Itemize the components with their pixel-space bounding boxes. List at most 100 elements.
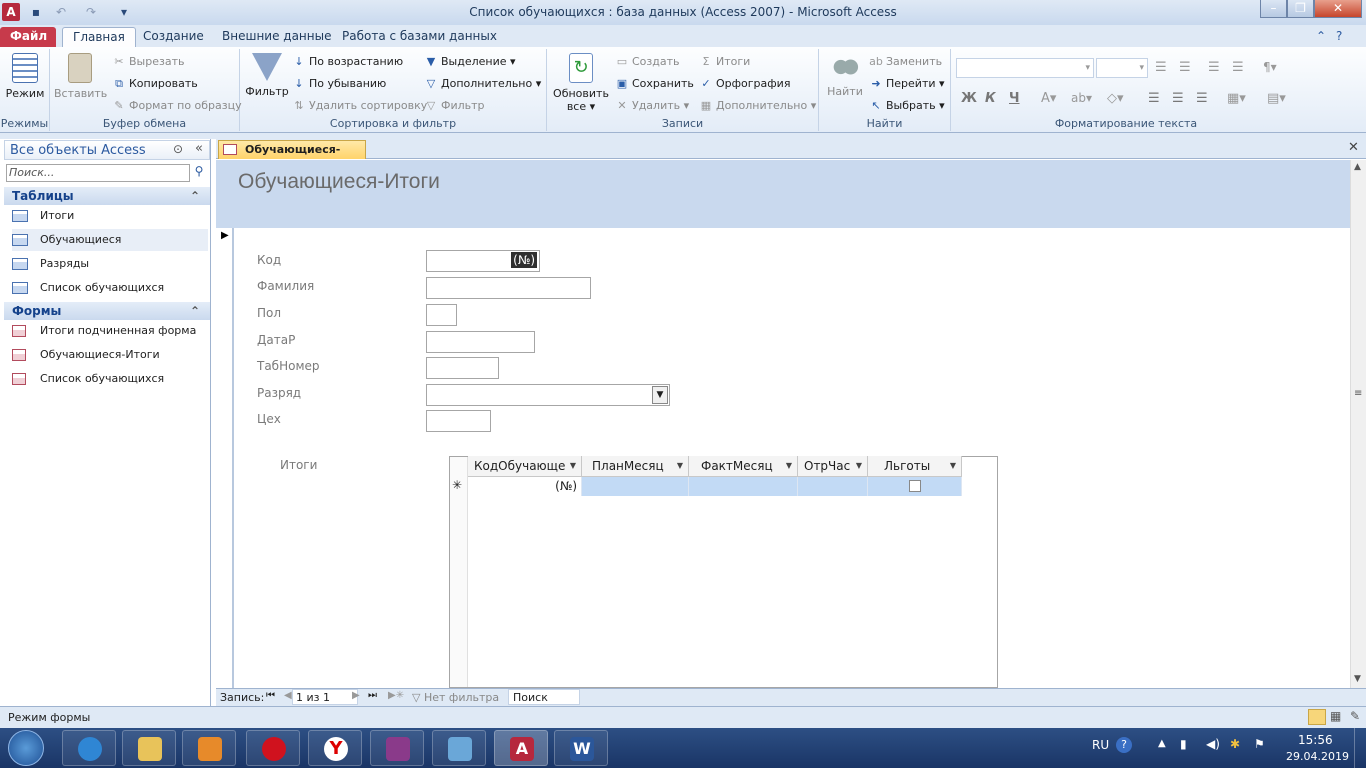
clock-time[interactable]: 15:56 — [1298, 733, 1333, 747]
action-center-icon[interactable]: ⚑ — [1254, 737, 1265, 751]
bold-button[interactable]: Ж — [961, 91, 977, 106]
field-familiya[interactable] — [426, 277, 591, 299]
highlight-icon[interactable]: ab▾ — [1071, 91, 1092, 105]
search-icon[interactable]: ⚲ — [190, 164, 208, 182]
replace-button[interactable]: ab Заменить — [869, 52, 942, 72]
document-tab[interactable]: Обучающиеся-Итоги — [218, 140, 366, 174]
align-right-icon[interactable]: ☰ — [1196, 91, 1208, 106]
sort-descending-button[interactable]: ↓ По убыванию — [292, 74, 386, 94]
record-search-input[interactable]: Поиск — [508, 689, 580, 705]
nav-table-razryady[interactable]: Разряды — [12, 253, 208, 275]
taskbar-opera[interactable] — [246, 730, 300, 766]
sort-arrow-icon[interactable]: ▼ — [677, 456, 683, 476]
field-datar[interactable] — [426, 331, 535, 353]
field-tseh[interactable] — [426, 410, 491, 432]
nav-table-obuchayushchiesya[interactable]: Обучающиеся — [12, 229, 208, 251]
taskbar-media[interactable] — [182, 730, 236, 766]
scroll-thumb-icon[interactable]: ≡ — [1354, 388, 1362, 399]
column-header-lgoty[interactable]: Льготы ▼ — [868, 456, 962, 477]
record-position-input[interactable]: 1 из 1 — [292, 689, 358, 705]
cell-plan-new[interactable] — [582, 477, 689, 496]
find-button[interactable]: Найти — [823, 53, 867, 98]
taskbar-explorer[interactable] — [122, 730, 176, 766]
nav-menu-icon[interactable]: ⊙ — [173, 142, 183, 156]
spelling-button[interactable]: ✓ Орфография — [699, 74, 790, 94]
collapse-forms-icon[interactable]: ⌃ — [190, 302, 200, 320]
sort-arrow-icon[interactable]: ▼ — [950, 456, 956, 476]
device-tray-icon[interactable]: ▮ — [1180, 737, 1187, 751]
restore-button[interactable]: ❐ — [1287, 0, 1314, 18]
help-tray-icon[interactable]: ? — [1116, 737, 1132, 753]
close-document-icon[interactable]: ✕ — [1348, 140, 1359, 155]
gridlines-icon[interactable]: ▦▾ — [1227, 91, 1246, 106]
scroll-down-icon[interactable]: ▼ — [1354, 674, 1361, 684]
sort-ascending-button[interactable]: ↓ По возрастанию — [292, 52, 403, 72]
field-tabnomer[interactable] — [426, 357, 499, 379]
view-button[interactable]: Режим — [4, 53, 46, 100]
format-painter-button[interactable]: ✎ Формат по образцу — [112, 96, 241, 116]
cell-lgoty-new[interactable] — [868, 477, 962, 496]
minimize-button[interactable]: – — [1260, 0, 1287, 18]
align-left-icon[interactable]: ☰ — [1148, 91, 1160, 106]
column-header-otrchas[interactable]: ОтрЧас ▼ — [798, 456, 868, 477]
indent-increase-icon[interactable]: ☰ — [1232, 60, 1244, 75]
column-header-kod[interactable]: КодОбучающе ▼ — [468, 456, 582, 477]
taskbar-access[interactable]: A — [494, 730, 548, 766]
nav-header[interactable]: Все объекты Access ⊙ « — [4, 140, 210, 160]
tray-expand-icon[interactable]: ▲ — [1158, 738, 1166, 749]
totals-button[interactable]: Σ Итоги — [699, 52, 751, 72]
clock-date[interactable]: 29.04.2019 — [1286, 750, 1349, 763]
delete-record-button[interactable]: ✕ Удалить ▾ — [615, 96, 689, 116]
new-record-button[interactable]: ▭ Создать — [615, 52, 680, 72]
field-kod[interactable]: (№) — [426, 250, 540, 272]
paragraph-icon[interactable]: ¶▾ — [1263, 60, 1277, 74]
form-view-icon[interactable] — [1308, 709, 1326, 725]
copy-button[interactable]: ⧉ Копировать — [112, 74, 198, 94]
refresh-all-button[interactable]: ↻ Обновить все ▾ — [551, 53, 611, 113]
nav-form-itogi-sub[interactable]: Итоги подчиненная форма — [12, 320, 208, 342]
help-icon[interactable]: ? — [1326, 27, 1352, 47]
start-button[interactable] — [8, 730, 44, 766]
advanced-filter-button[interactable]: ▽ Дополнительно ▾ — [424, 74, 542, 94]
new-record-nav-icon[interactable]: ▶✳ — [388, 690, 404, 701]
select-button[interactable]: ↖ Выбрать ▾ — [869, 96, 944, 116]
column-header-plan[interactable]: ПланМесяц ▼ — [582, 456, 689, 477]
layout-view-icon[interactable]: ▦ — [1330, 709, 1341, 723]
show-desktop-button[interactable] — [1354, 728, 1366, 768]
collapse-tables-icon[interactable]: ⌃ — [190, 187, 200, 205]
indent-decrease-icon[interactable]: ☰ — [1208, 60, 1220, 75]
more-records-button[interactable]: ▦ Дополнительно ▾ — [699, 96, 816, 116]
cell-kod-new[interactable]: (№) — [468, 477, 582, 496]
taskbar-word[interactable]: W — [554, 730, 608, 766]
lgoty-checkbox[interactable] — [909, 480, 921, 492]
align-center-icon[interactable]: ☰ — [1172, 91, 1184, 106]
taskbar-paint[interactable] — [432, 730, 486, 766]
italic-button[interactable]: К — [985, 91, 996, 106]
font-color-icon[interactable]: A▾ — [1041, 91, 1056, 106]
tab-create[interactable]: Создание — [133, 27, 214, 47]
taskbar-winrar[interactable] — [370, 730, 424, 766]
toggle-filter-button[interactable]: ▽ Фильтр — [424, 96, 485, 116]
cut-button[interactable]: ✂ Вырезать — [112, 52, 184, 72]
prev-record-icon[interactable]: ◀ — [284, 690, 292, 701]
bullets-icon[interactable]: ☰ — [1155, 60, 1167, 75]
tab-database-tools[interactable]: Работа с базами данных — [332, 27, 507, 47]
save-record-button[interactable]: ▣ Сохранить — [615, 74, 694, 94]
paste-button[interactable]: Вставить — [54, 53, 107, 100]
nav-table-itogi[interactable]: Итоги — [12, 205, 208, 227]
taskbar-ie[interactable] — [62, 730, 116, 766]
cell-fakt-new[interactable] — [689, 477, 798, 496]
design-view-icon[interactable]: ✎ — [1350, 709, 1360, 723]
tab-external-data[interactable]: Внешние данные — [212, 27, 341, 47]
last-record-icon[interactable]: ⏭ — [368, 690, 377, 701]
volume-icon[interactable]: ◀) — [1206, 737, 1220, 751]
tab-file[interactable]: Файл — [0, 27, 56, 47]
cell-otrchas-new[interactable] — [798, 477, 868, 496]
sort-arrow-icon[interactable]: ▼ — [786, 456, 792, 476]
fill-color-icon[interactable]: ◇▾ — [1107, 91, 1124, 106]
field-pol[interactable] — [426, 304, 457, 326]
goto-button[interactable]: ➜ Перейти ▾ — [869, 74, 944, 94]
no-filter-indicator[interactable]: ▽ Нет фильтра — [412, 691, 499, 704]
nav-form-obuchayushchiesya-itogi[interactable]: Обучающиеся-Итоги — [12, 344, 208, 366]
record-selector[interactable]: ▶ — [216, 228, 234, 688]
